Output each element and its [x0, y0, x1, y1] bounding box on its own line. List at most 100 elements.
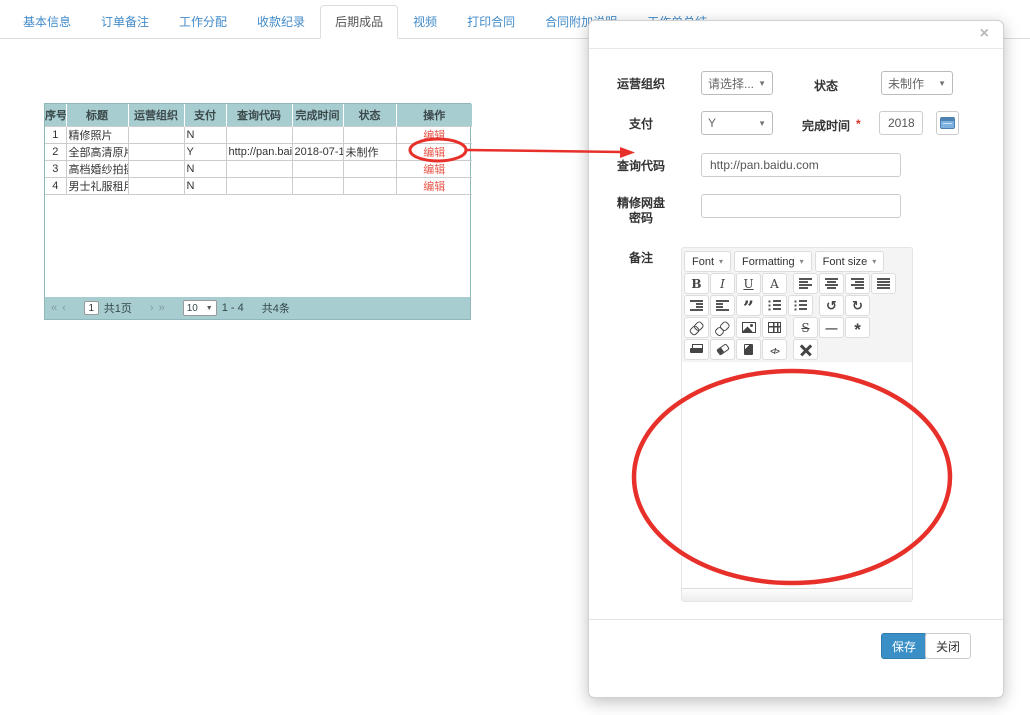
- tab-item[interactable]: 收款纪录: [242, 5, 320, 39]
- next-page-icon[interactable]: ›: [150, 303, 154, 314]
- unlink-button[interactable]: [710, 317, 735, 338]
- tab-item[interactable]: 打印合同: [452, 5, 530, 39]
- table-cell: [343, 126, 396, 143]
- column-header: 序号: [45, 104, 66, 126]
- column-header: 运营组织: [128, 104, 184, 126]
- table-cell: [226, 126, 292, 143]
- edit-link[interactable]: 编辑: [423, 147, 445, 159]
- indent-icon: [690, 300, 703, 311]
- column-header: 支付: [184, 104, 226, 126]
- blockquote-icon: [743, 297, 754, 315]
- underline-icon: [743, 275, 753, 293]
- pagination-bar: « ‹ 共1页 › » 10 ▼ 1 - 4 共4条: [45, 297, 470, 319]
- table-cell: [128, 143, 184, 160]
- align-justify-button[interactable]: [871, 273, 896, 294]
- save-button[interactable]: 保存: [881, 633, 927, 659]
- org-select[interactable]: 请选择... ▼: [701, 71, 773, 95]
- finish-time-input[interactable]: [879, 111, 923, 135]
- edit-link[interactable]: 编辑: [423, 181, 445, 193]
- edit-link[interactable]: 编辑: [423, 130, 445, 142]
- close-button[interactable]: 关闭: [925, 633, 971, 659]
- table-cell: [292, 160, 343, 177]
- horizontal-rule-button[interactable]: [819, 317, 844, 338]
- table-body: 1精修照片N编辑2全部高清原片赠Yhttp://pan.baid2018-07-…: [45, 126, 472, 194]
- table-cell: http://pan.baid: [226, 143, 292, 160]
- query-code-input[interactable]: [701, 153, 901, 177]
- page-size-select[interactable]: 10 ▼: [183, 300, 217, 316]
- undo-button[interactable]: [819, 295, 844, 316]
- font-dropdown[interactable]: Font▾: [684, 251, 731, 272]
- page-size-value: 10: [187, 303, 198, 314]
- font-size-dropdown[interactable]: Font size▾: [815, 251, 885, 272]
- caret-down-icon: ▼: [938, 79, 946, 88]
- ordered-list-icon: [768, 300, 781, 311]
- table-cell: 3: [45, 160, 66, 177]
- caret-down-icon: ▼: [206, 305, 213, 312]
- align-left-button[interactable]: [793, 273, 818, 294]
- ordered-list-button[interactable]: [762, 295, 787, 316]
- bold-button[interactable]: [684, 273, 709, 294]
- tab-item[interactable]: 视频: [398, 5, 452, 39]
- page-number-input[interactable]: [84, 301, 99, 315]
- caret-down-icon: ▾: [719, 257, 723, 266]
- paste-icon: [744, 344, 753, 355]
- prev-page-icon[interactable]: ‹: [62, 303, 66, 314]
- edit-link[interactable]: 编辑: [423, 164, 445, 176]
- strikethrough-button[interactable]: [793, 317, 818, 338]
- image-button[interactable]: [736, 317, 761, 338]
- eraser-button[interactable]: [710, 339, 735, 360]
- align-center-button[interactable]: [819, 273, 844, 294]
- font-color-button[interactable]: [762, 273, 787, 294]
- underline-button[interactable]: [736, 273, 761, 294]
- fullscreen-button[interactable]: [793, 339, 818, 360]
- column-header: 查询代码: [226, 104, 292, 126]
- editor-toolbar: Font▾Formatting▾Font size▾: [682, 248, 912, 362]
- tab-item[interactable]: 基本信息: [8, 5, 86, 39]
- total-pages-label: 共1页: [104, 300, 132, 316]
- blockquote-button[interactable]: [736, 295, 761, 316]
- tab-item[interactable]: 工作分配: [164, 5, 242, 39]
- special-char-icon: [854, 319, 861, 337]
- table-row: 4男士礼服租用N编辑: [45, 177, 472, 194]
- caret-down-icon: ▼: [758, 79, 766, 88]
- code-button[interactable]: [762, 339, 787, 360]
- password-input[interactable]: [701, 194, 901, 218]
- total-records-label: 共4条: [262, 300, 290, 316]
- finish-time-label: 完成时间: [795, 117, 857, 134]
- table-cell: 精修照片: [66, 126, 128, 143]
- table-cell: Y: [184, 143, 226, 160]
- pay-label: 支付: [616, 117, 666, 132]
- tab-item[interactable]: 订单备注: [86, 5, 164, 39]
- table-cell: [226, 160, 292, 177]
- indent-button[interactable]: [684, 295, 709, 316]
- special-char-button[interactable]: [845, 317, 870, 338]
- print-button[interactable]: [684, 339, 709, 360]
- redo-button[interactable]: [845, 295, 870, 316]
- editor-content[interactable]: [682, 362, 912, 588]
- unordered-list-button[interactable]: [788, 295, 813, 316]
- table-cell: 4: [45, 177, 66, 194]
- table-cell: N: [184, 160, 226, 177]
- status-select[interactable]: 未制作 ▼: [881, 71, 953, 95]
- close-icon[interactable]: ×: [980, 26, 989, 42]
- tab-item[interactable]: 后期成品: [320, 5, 398, 39]
- pay-select[interactable]: Y ▼: [701, 111, 773, 135]
- align-center-icon: [825, 278, 838, 289]
- align-right-button[interactable]: [845, 273, 870, 294]
- table-header-row: 序号标题运营组织支付查询代码完成时间状态操作: [45, 104, 472, 126]
- results-table-panel: 序号标题运营组织支付查询代码完成时间状态操作 1精修照片N编辑2全部高清原片赠Y…: [44, 103, 471, 320]
- formatting-dropdown[interactable]: Formatting▾: [734, 251, 812, 272]
- password-label: 精修网盘 密码: [616, 196, 666, 226]
- outdent-button[interactable]: [710, 295, 735, 316]
- table-cell: [343, 177, 396, 194]
- link-button[interactable]: [684, 317, 709, 338]
- last-page-icon[interactable]: »: [159, 303, 165, 314]
- paste-button[interactable]: [736, 339, 761, 360]
- column-header: 操作: [396, 104, 472, 126]
- font-size-dropdown-label: Font size: [823, 256, 868, 268]
- table-cell-action: 编辑: [396, 177, 472, 194]
- table-button[interactable]: [762, 317, 787, 338]
- calendar-button[interactable]: [936, 111, 959, 135]
- first-page-icon[interactable]: «: [51, 303, 57, 314]
- italic-button[interactable]: [710, 273, 735, 294]
